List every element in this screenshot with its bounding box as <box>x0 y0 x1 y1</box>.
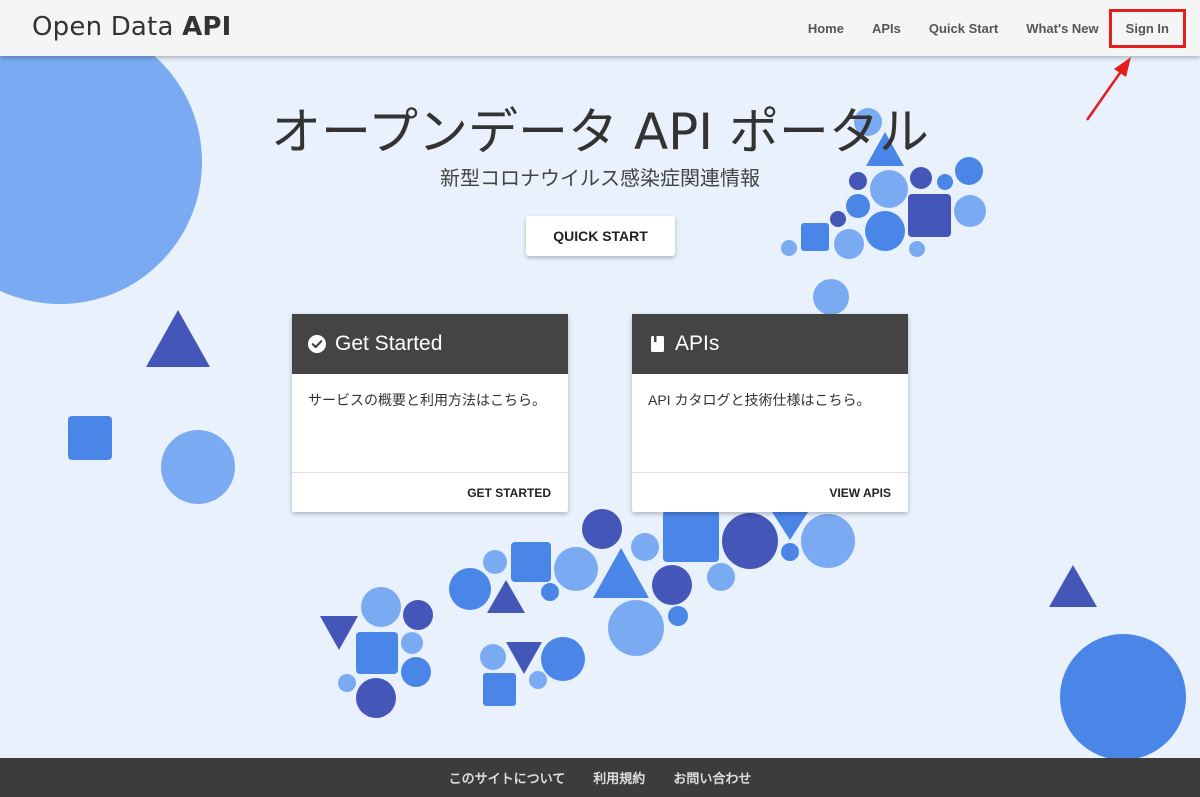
card-title: APIs <box>675 332 720 355</box>
apis-card: APIs API カタログと技術仕様はこちら。 VIEW APIS <box>632 314 908 512</box>
hero-title: オープンデータ API ポータル <box>271 103 929 161</box>
quick-start-button[interactable]: QUICK START <box>526 216 675 256</box>
card-header: Get Started <box>292 314 568 374</box>
footer: このサイトについて 利用規約 お問い合わせ <box>0 758 1200 797</box>
footer-link-about[interactable]: このサイトについて <box>449 768 566 787</box>
view-apis-link[interactable]: VIEW APIS <box>632 473 908 512</box>
card-title: Get Started <box>335 332 443 355</box>
check-circle-icon <box>308 335 326 353</box>
nav-apis[interactable]: APIs <box>872 21 901 36</box>
footer-link-terms[interactable]: 利用規約 <box>593 768 645 787</box>
main-nav: Home APIs Quick Start What's New Sign In <box>780 0 1186 56</box>
nav-home[interactable]: Home <box>808 21 844 36</box>
get-started-link[interactable]: GET STARTED <box>292 473 568 512</box>
top-navbar: Open Data API Home APIs Quick Start What… <box>0 0 1200 56</box>
get-started-card: Get Started サービスの概要と利用方法はこちら。 GET STARTE… <box>292 314 568 512</box>
hero-subtitle: 新型コロナウイルス感染症関連情報 <box>440 168 760 190</box>
brand-logo[interactable]: Open Data API <box>32 12 232 42</box>
card-description: API カタログと技術仕様はこちら。 <box>632 374 908 473</box>
card-description: サービスの概要と利用方法はこちら。 <box>292 374 568 473</box>
brand-name-bold: API <box>182 12 232 42</box>
book-icon <box>648 335 666 353</box>
footer-link-contact[interactable]: お問い合わせ <box>673 768 751 787</box>
nav-whats-new[interactable]: What's New <box>1026 21 1098 36</box>
brand-name-regular: Open Data <box>32 12 183 42</box>
nav-quick-start[interactable]: Quick Start <box>929 21 998 36</box>
card-header: APIs <box>632 314 908 374</box>
nav-sign-in[interactable]: Sign In <box>1108 8 1186 48</box>
